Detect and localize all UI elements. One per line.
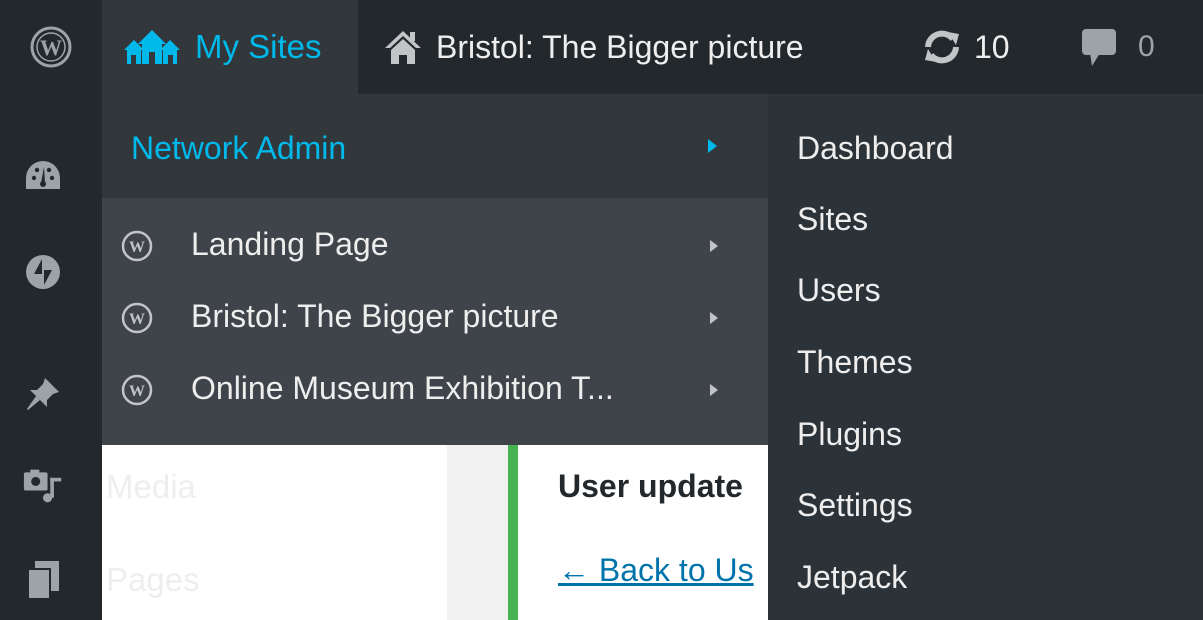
- wordpress-logo-button[interactable]: W: [0, 0, 102, 94]
- submenu-jetpack[interactable]: Jetpack: [797, 559, 907, 596]
- notice-text: User update: [558, 468, 743, 504]
- my-sites-dropdown: Network Admin W Landing Page W Bristol: …: [102, 94, 768, 445]
- submenu-sites[interactable]: Sites: [797, 201, 868, 238]
- menu-media-label[interactable]: Media: [106, 468, 196, 506]
- network-admin-submenu: Dashboard Sites Users Themes Plugins Set…: [768, 94, 1203, 620]
- site-item-label: Landing Page: [191, 226, 389, 262]
- wordpress-logo-icon: W: [121, 302, 153, 334]
- wordpress-logo-icon: W: [30, 26, 72, 68]
- my-sites-menu-button[interactable]: My Sites: [102, 0, 358, 94]
- admin-bar: W My Sites Bristol: The Bigger picture 1…: [0, 0, 1203, 94]
- submenu-arrow-icon: [710, 384, 718, 396]
- submenu-users[interactable]: Users: [797, 272, 881, 309]
- site-item-label: Online Museum Exhibition T...: [191, 370, 614, 406]
- comment-icon: [1082, 29, 1116, 66]
- submenu-dashboard[interactable]: Dashboard: [797, 130, 954, 167]
- submenu-themes[interactable]: Themes: [797, 344, 913, 381]
- wordpress-logo-icon: W: [121, 230, 153, 262]
- submenu-plugins[interactable]: Plugins: [797, 416, 902, 453]
- submenu-arrow-icon: [708, 139, 717, 153]
- back-to-users-link[interactable]: ← Back to Us: [558, 552, 754, 589]
- svg-text:W: W: [129, 383, 145, 400]
- comments-count: 0: [1138, 30, 1155, 63]
- my-sites-icon: [122, 28, 182, 66]
- svg-text:W: W: [40, 35, 62, 60]
- jetpack-icon[interactable]: [23, 252, 63, 292]
- pages-icon[interactable]: [23, 560, 63, 600]
- network-admin-label: Network Admin: [131, 130, 347, 166]
- updates-count: 10: [974, 28, 1010, 65]
- menu-pages-label[interactable]: Pages: [106, 561, 200, 599]
- site-item-online-museum[interactable]: W Online Museum Exhibition T...: [102, 360, 768, 420]
- submenu-settings[interactable]: Settings: [797, 487, 913, 524]
- site-name-button[interactable]: Bristol: The Bigger picture: [358, 0, 898, 94]
- submenu-arrow-icon: [710, 240, 718, 252]
- site-item-bristol[interactable]: W Bristol: The Bigger picture: [102, 288, 768, 348]
- home-icon: [384, 29, 422, 65]
- updates-icon: [925, 30, 959, 64]
- media-icon[interactable]: [23, 466, 63, 506]
- submenu-arrow-icon: [710, 312, 718, 324]
- admin-menu: Media Pages: [0, 94, 200, 620]
- site-name-label: Bristol: The Bigger picture: [436, 28, 804, 65]
- comments-button[interactable]: 0: [1080, 0, 1203, 94]
- dashboard-icon[interactable]: [23, 156, 63, 196]
- site-item-landing-page[interactable]: W Landing Page: [102, 216, 768, 276]
- svg-text:W: W: [129, 311, 145, 328]
- svg-text:W: W: [129, 239, 145, 256]
- wordpress-logo-icon: W: [121, 374, 153, 406]
- site-list: W Landing Page W Bristol: The Bigger pic…: [102, 198, 768, 445]
- pin-icon[interactable]: [23, 374, 63, 414]
- updates-button[interactable]: 10: [922, 0, 1052, 94]
- network-admin-item[interactable]: Network Admin: [102, 94, 768, 198]
- site-item-label: Bristol: The Bigger picture: [191, 298, 559, 334]
- my-sites-label: My Sites: [195, 28, 322, 65]
